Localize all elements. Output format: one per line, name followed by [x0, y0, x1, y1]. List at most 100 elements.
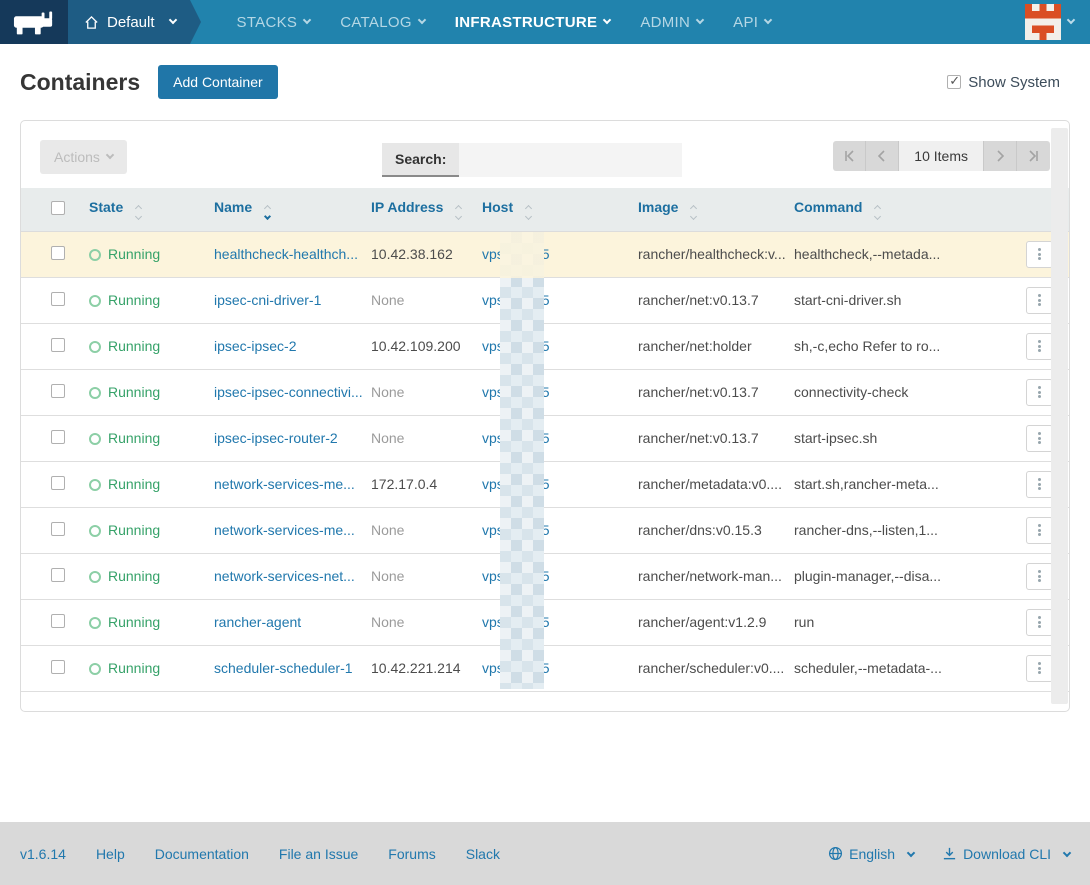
row-checkbox[interactable]	[51, 660, 65, 674]
column-header-state[interactable]: State	[81, 188, 206, 231]
show-system-toggle[interactable]: Show System	[947, 74, 1060, 91]
row-actions-menu-button[interactable]	[1026, 425, 1053, 452]
state-label: Running	[108, 384, 160, 400]
nav-item-admin[interactable]: ADMIN	[640, 14, 703, 31]
state-label: Running	[108, 476, 160, 492]
row-actions-menu-button[interactable]	[1026, 379, 1053, 406]
ip-address: None	[363, 553, 474, 599]
row-actions-menu-button[interactable]	[1026, 471, 1053, 498]
column-header-ip[interactable]: IP Address	[363, 188, 474, 231]
container-name-link[interactable]: ipsec-ipsec-router-2	[214, 430, 338, 446]
row-checkbox-cell	[21, 599, 81, 645]
row-actions-menu-button[interactable]	[1026, 609, 1053, 636]
row-actions-menu-button[interactable]	[1026, 241, 1053, 268]
running-state-icon	[89, 663, 101, 675]
row-checkbox[interactable]	[51, 292, 65, 306]
nav-item-label: STACKS	[237, 14, 298, 31]
rancher-logo[interactable]	[0, 0, 68, 44]
column-header-command[interactable]: Command	[786, 188, 999, 231]
top-nav: Default STACKS CATALOG INFRASTRUCTURE AD…	[0, 0, 1090, 44]
nav-item-catalog[interactable]: CATALOG	[340, 14, 425, 31]
container-name-link[interactable]: network-services-net...	[214, 568, 355, 584]
container-name-link[interactable]: network-services-me...	[214, 522, 355, 538]
host-cell: vps5	[474, 599, 630, 645]
state-cell: Running	[81, 323, 206, 369]
row-checkbox[interactable]	[51, 430, 65, 444]
container-name-link[interactable]: healthcheck-healthch...	[214, 246, 358, 262]
command-text: healthcheck,--metada...	[786, 231, 999, 277]
items-count: 10 Items	[899, 141, 984, 171]
command-text: scheduler,--metadata-...	[786, 645, 999, 691]
footer-link-file-an-issue[interactable]: File an Issue	[279, 846, 358, 862]
command-text: plugin-manager,--disa...	[786, 553, 999, 599]
container-name-link[interactable]: ipsec-ipsec-2	[214, 338, 296, 354]
container-name-link[interactable]: ipsec-ipsec-connectivi...	[214, 384, 363, 400]
nav-item-stacks[interactable]: STACKS	[237, 14, 311, 31]
column-header-label: State	[89, 199, 123, 215]
download-cli-menu[interactable]: Download CLI	[942, 846, 1070, 862]
table-row: Running network-services-me... 172.17.0.…	[21, 461, 1069, 507]
ip-address: 172.17.0.4	[363, 461, 474, 507]
column-header-image[interactable]: Image	[630, 188, 786, 231]
row-checkbox[interactable]	[51, 476, 65, 490]
column-header-name[interactable]: Name	[206, 188, 363, 231]
row-checkbox[interactable]	[51, 384, 65, 398]
row-checkbox[interactable]	[51, 568, 65, 582]
footer-link-documentation[interactable]: Documentation	[155, 846, 249, 862]
container-name-link[interactable]: rancher-agent	[214, 614, 301, 630]
nav-item-api[interactable]: API	[733, 14, 771, 31]
add-container-button[interactable]: Add Container	[158, 65, 278, 99]
table-row: Running ipsec-ipsec-connectivi... None v…	[21, 369, 1069, 415]
show-system-checkbox[interactable]	[947, 75, 961, 89]
name-cell: ipsec-cni-driver-1	[206, 277, 363, 323]
running-state-icon	[89, 387, 101, 399]
row-checkbox[interactable]	[51, 246, 65, 260]
select-all-checkbox[interactable]	[51, 201, 65, 215]
table-row: Running network-services-me... None vps5…	[21, 507, 1069, 553]
kebab-icon	[1027, 340, 1052, 352]
ip-address: None	[363, 507, 474, 553]
pagination: 10 Items	[833, 141, 1050, 171]
row-checkbox-cell	[21, 277, 81, 323]
user-menu[interactable]	[1025, 0, 1074, 44]
running-state-icon	[89, 295, 101, 307]
running-state-icon	[89, 433, 101, 445]
name-cell: ipsec-ipsec-router-2	[206, 415, 363, 461]
last-page-button[interactable]	[1017, 141, 1050, 171]
previous-page-button[interactable]	[866, 141, 899, 171]
chevron-down-icon	[418, 16, 426, 24]
page-header: Containers Add Container Show System	[20, 64, 1070, 100]
environment-menu[interactable]: Default	[68, 0, 190, 44]
image-name: rancher/net:holder	[630, 323, 786, 369]
nav-item-label: CATALOG	[340, 14, 412, 31]
row-actions-menu-button[interactable]	[1026, 655, 1053, 682]
row-actions-menu-button[interactable]	[1026, 563, 1053, 590]
nav-item-infrastructure[interactable]: INFRASTRUCTURE	[455, 14, 611, 31]
command-text: connectivity-check	[786, 369, 999, 415]
row-checkbox[interactable]	[51, 338, 65, 352]
row-actions-menu-button[interactable]	[1026, 287, 1053, 314]
row-checkbox-cell	[21, 231, 81, 277]
container-name-link[interactable]: ipsec-cni-driver-1	[214, 292, 321, 308]
ip-address: 10.42.38.162	[363, 231, 474, 277]
footer-link-slack[interactable]: Slack	[466, 846, 500, 862]
ip-address: None	[363, 277, 474, 323]
row-actions-menu-button[interactable]	[1026, 333, 1053, 360]
container-name-link[interactable]: network-services-me...	[214, 476, 355, 492]
footer-link-forums[interactable]: Forums	[388, 846, 435, 862]
footer-link-help[interactable]: Help	[96, 846, 125, 862]
chevron-down-icon	[907, 848, 915, 856]
language-menu[interactable]: English	[828, 846, 914, 862]
sort-icon	[136, 206, 141, 219]
container-name-link[interactable]: scheduler-scheduler-1	[214, 660, 353, 676]
row-actions-menu-button[interactable]	[1026, 517, 1053, 544]
search-input[interactable]	[459, 143, 682, 177]
row-checkbox[interactable]	[51, 614, 65, 628]
next-page-button[interactable]	[984, 141, 1017, 171]
column-header-host[interactable]: Host	[474, 188, 630, 231]
first-page-button[interactable]	[833, 141, 866, 171]
scrollbar-track[interactable]	[1051, 128, 1068, 704]
actions-dropdown-button[interactable]: Actions	[40, 140, 127, 174]
row-checkbox[interactable]	[51, 522, 65, 536]
host-cell: vps5	[474, 553, 630, 599]
